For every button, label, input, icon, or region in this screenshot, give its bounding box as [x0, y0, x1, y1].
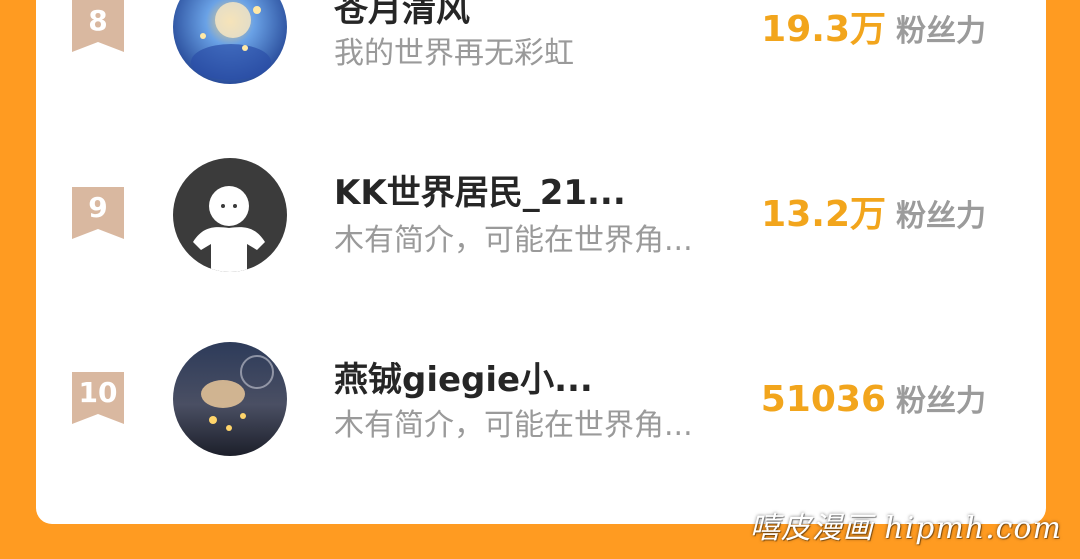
rank-badge: 9: [72, 187, 124, 239]
user-name[interactable]: KK世界居民_21...: [334, 173, 626, 213]
avatar[interactable]: [173, 158, 287, 272]
default-avatar-icon: [173, 158, 287, 272]
fantasy-art-avatar-icon: [173, 0, 287, 84]
fans-score: 19.3万 粉丝力: [761, 10, 986, 56]
fans-value: 13.2万: [761, 194, 886, 235]
fans-score: 13.2万 粉丝力: [761, 195, 986, 241]
rank-number: 10: [78, 376, 118, 409]
watermark: 嘻皮漫画 hipmh.com: [749, 511, 1062, 546]
user-bio: 我的世界再无彩虹: [334, 36, 574, 71]
fans-value: 19.3万: [761, 9, 886, 50]
avatar[interactable]: [173, 0, 287, 84]
rank-number: 9: [88, 191, 108, 224]
ranking-page: 8 苍月清风 我的世界再无彩虹 19.3万 粉丝力 9 KK世界居民_21...…: [0, 0, 1080, 559]
fans-unit: 粉丝力: [896, 384, 986, 419]
fans-score: 51036 粉丝力: [761, 380, 986, 426]
ranking-row-10[interactable]: 10 燕铖giegie小... 木有简介，可能在世界角... 51036 粉丝力: [0, 340, 1080, 460]
user-bio: 木有简介，可能在世界角...: [334, 408, 693, 443]
rank-badge: 10: [72, 372, 124, 424]
user-bio: 木有简介，可能在世界角...: [334, 223, 693, 258]
user-name[interactable]: 苍月清风: [334, 0, 470, 30]
fans-unit: 粉丝力: [896, 14, 986, 49]
fans-unit: 粉丝力: [896, 199, 986, 234]
rank-number: 8: [88, 4, 108, 37]
ranking-row-9[interactable]: 9 KK世界居民_21... 木有简介，可能在世界角... 13.2万 粉丝力: [0, 155, 1080, 275]
user-name[interactable]: 燕铖giegie小...: [334, 360, 593, 400]
fans-value: 51036: [760, 379, 886, 420]
ranking-row-8[interactable]: 8 苍月清风 我的世界再无彩虹 19.3万 粉丝力: [0, 0, 1080, 90]
rank-badge: 8: [72, 0, 124, 52]
avatar[interactable]: [173, 342, 287, 456]
photo-avatar-icon: [173, 342, 287, 456]
